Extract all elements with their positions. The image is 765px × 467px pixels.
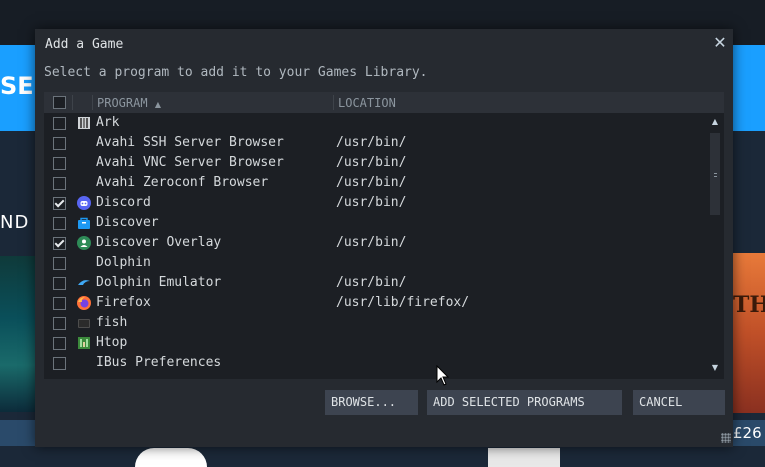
list-item[interactable]: Discover: [44, 213, 706, 233]
program-location: /usr/lib/firefox/: [336, 295, 470, 310]
list-item[interactable]: Ark: [44, 113, 706, 133]
capsule-footer-left: [0, 420, 36, 446]
bottom-row: [0, 447, 765, 467]
discover-icon: [77, 216, 91, 230]
program-checkbox[interactable]: [53, 297, 66, 310]
column-header-program[interactable]: PROGRAM ▲: [97, 96, 161, 110]
program-name: IBus Preferences: [96, 355, 222, 370]
game-capsule-bottom-1[interactable]: [135, 448, 207, 467]
capsule-title-text: TH: [733, 292, 765, 318]
game-capsule-right[interactable]: [733, 253, 765, 413]
list-item[interactable]: Firefox/usr/lib/firefox/: [44, 293, 706, 313]
list-item[interactable]: Discord/usr/bin/: [44, 193, 706, 213]
program-checkbox[interactable]: [53, 277, 66, 290]
select-all-checkbox[interactable]: [53, 96, 66, 109]
dialog-subtitle: Select a program to add it to your Games…: [44, 65, 428, 80]
program-checkbox[interactable]: [53, 237, 66, 250]
program-checkbox[interactable]: [53, 177, 66, 190]
dialog-title: Add a Game: [45, 37, 124, 52]
list-item[interactable]: fish: [44, 313, 706, 333]
list-scrollbar[interactable]: ▲ ▼: [707, 113, 724, 379]
add-game-dialog: Add a Game ✕ Select a program to add it …: [35, 29, 733, 447]
program-name: Ark: [96, 115, 120, 130]
program-name: fish: [96, 315, 128, 330]
cancel-button[interactable]: CANCEL: [633, 390, 725, 415]
htop-icon: [77, 336, 91, 350]
discover-overlay-icon: [77, 236, 91, 250]
program-checkbox[interactable]: [53, 217, 66, 230]
column-divider: [333, 95, 334, 110]
list-header: PROGRAM ▲ LOCATION: [44, 92, 724, 113]
scroll-up-icon[interactable]: ▲: [710, 117, 720, 127]
program-name: Dolphin: [96, 255, 151, 270]
program-name: Avahi Zeroconf Browser: [96, 175, 269, 190]
program-name: Firefox: [96, 295, 151, 310]
list-item[interactable]: IBus Preferences: [44, 353, 706, 373]
program-name: Discover: [96, 215, 159, 230]
program-location: /usr/bin/: [336, 135, 407, 150]
scroll-down-icon[interactable]: ▼: [710, 363, 720, 373]
column-header-program-label: PROGRAM: [97, 96, 148, 110]
game-capsule-bottom-2[interactable]: [488, 448, 560, 467]
program-checkbox[interactable]: [53, 257, 66, 270]
program-location: /usr/bin/: [336, 235, 407, 250]
list-item[interactable]: Dolphin: [44, 253, 706, 273]
program-checkbox[interactable]: [53, 317, 66, 330]
program-name: Discover Overlay: [96, 235, 222, 250]
list-item[interactable]: Htop: [44, 333, 706, 353]
ark-icon: [77, 116, 91, 130]
terminal-icon: [77, 316, 91, 330]
section-heading: ND: [0, 212, 30, 233]
column-header-location[interactable]: LOCATION: [338, 96, 396, 110]
program-list: PROGRAM ▲ LOCATION Ark Avahi SSH Server B…: [44, 92, 724, 379]
discord-icon: [77, 196, 91, 210]
list-item[interactable]: Avahi SSH Server Browser/usr/bin/: [44, 133, 706, 153]
list-item[interactable]: Dolphin Emulator/usr/bin/: [44, 273, 706, 293]
list-item[interactable]: Avahi Zeroconf Browser/usr/bin/: [44, 173, 706, 193]
program-location: /usr/bin/: [336, 275, 407, 290]
resize-grip-icon[interactable]: [721, 433, 731, 443]
program-checkbox[interactable]: [53, 197, 66, 210]
scroll-grip-icon: [714, 173, 717, 177]
program-checkbox[interactable]: [53, 137, 66, 150]
scrollbar-thumb[interactable]: [710, 133, 720, 215]
close-icon[interactable]: ✕: [711, 33, 729, 52]
program-name: Avahi VNC Server Browser: [96, 155, 284, 170]
program-location: /usr/bin/: [336, 195, 407, 210]
column-divider: [72, 95, 73, 110]
add-selected-programs-button[interactable]: ADD SELECTED PROGRAMS: [427, 390, 622, 415]
program-name: Dolphin Emulator: [96, 275, 222, 290]
price-badge: £26: [733, 420, 765, 446]
list-item[interactable]: Discover Overlay/usr/bin/: [44, 233, 706, 253]
program-checkbox[interactable]: [53, 337, 66, 350]
program-name: Discord: [96, 195, 151, 210]
program-name: Htop: [96, 335, 128, 350]
firefox-icon: [77, 296, 91, 310]
program-name: Avahi SSH Server Browser: [96, 135, 284, 150]
mouse-cursor-icon: [436, 365, 450, 386]
list-item[interactable]: Avahi VNC Server Browser/usr/bin/: [44, 153, 706, 173]
program-checkbox[interactable]: [53, 357, 66, 370]
browse-button[interactable]: BROWSE...: [325, 390, 418, 415]
program-checkbox[interactable]: [53, 157, 66, 170]
game-capsule-left[interactable]: [0, 256, 36, 412]
program-location: /usr/bin/: [336, 155, 407, 170]
dolphin-emulator-icon: [77, 276, 91, 290]
sort-ascending-icon: ▲: [154, 100, 161, 109]
program-location: /usr/bin/: [336, 175, 407, 190]
store-banner-right: [733, 45, 765, 131]
column-divider: [92, 95, 93, 110]
program-checkbox[interactable]: [53, 117, 66, 130]
